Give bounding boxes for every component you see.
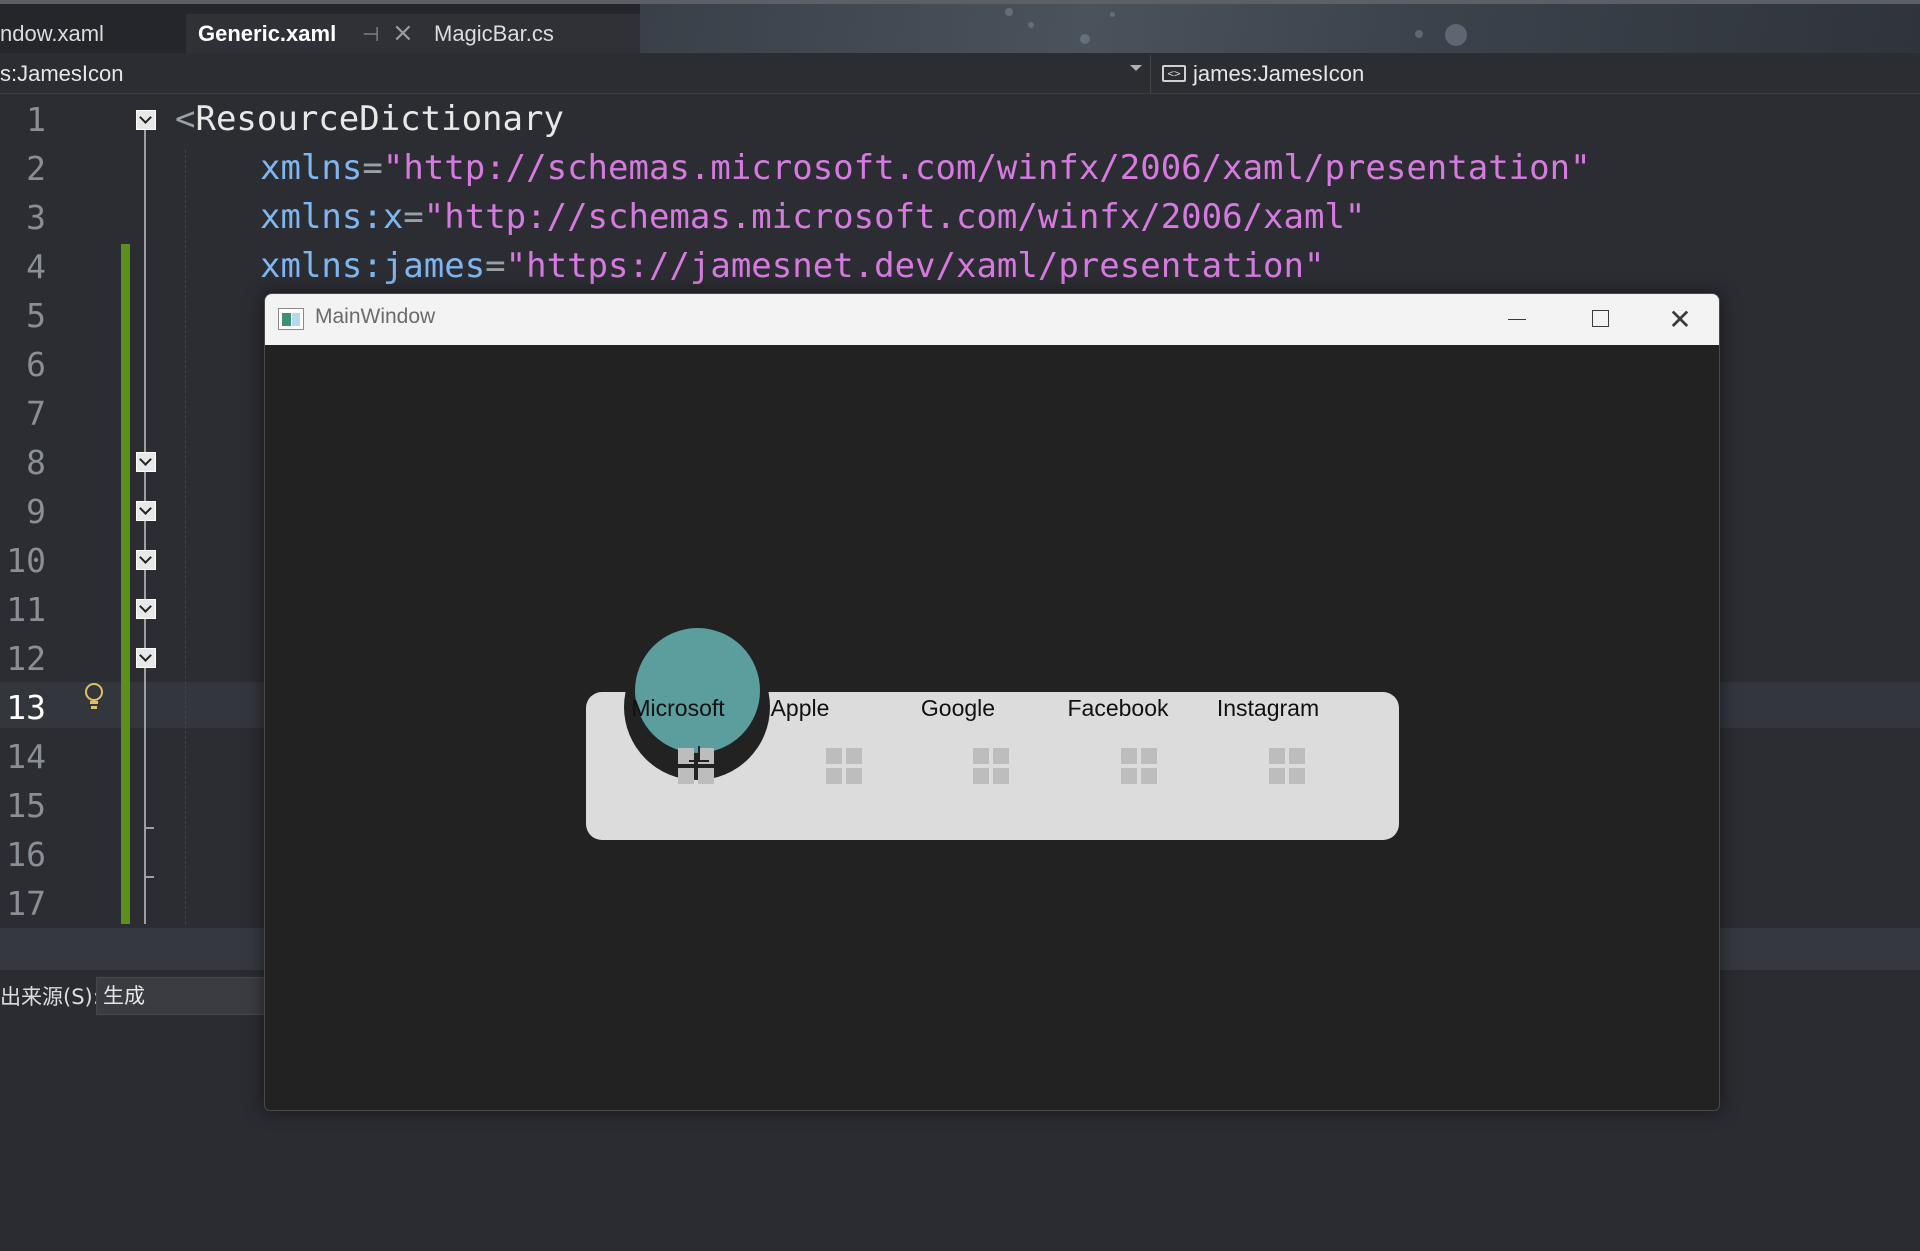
line-number: 12 [6,639,46,678]
code-line-3: xmlns:x="http://schemas.microsoft.com/wi… [260,197,1366,237]
app-window-icon [278,308,304,330]
output-source-select[interactable]: 生成 [96,977,266,1015]
tab-strip-top-border [0,0,1920,4]
maximize-button[interactable] [1557,294,1641,345]
member-dropdown[interactable]: james:JamesIcon [1193,60,1364,88]
line-number: 4 [26,247,46,286]
fold-end-tick [146,827,154,829]
window-close-button[interactable]: ✕ [1641,294,1719,345]
window-title: MainWindow [315,305,436,328]
change-tracking-bar [121,244,130,924]
navbar-divider [1150,55,1151,93]
close-icon[interactable]: × [392,18,414,48]
lightbulb-icon[interactable] [83,682,105,712]
navigation-bar [0,53,1920,94]
line-number: 15 [6,786,46,825]
magic-bar-item-google[interactable]: Google [888,692,1028,724]
chevron-down-icon[interactable] [1130,65,1142,71]
line-number: 10 [6,541,46,580]
collapse-toggle[interactable] [136,648,156,668]
magic-bar-item-apple[interactable]: Apple [730,692,870,724]
selection-indicator [635,628,760,753]
line-number: 17 [6,884,46,923]
line-number: 16 [6,835,46,874]
window-title-bar[interactable]: MainWindow ✕ [265,294,1719,345]
member-icon: <> [1162,65,1186,82]
tab-generic-xaml-label: Generic.xaml [198,21,337,46]
pin-icon[interactable]: ⊣ [362,22,379,46]
minimize-button[interactable] [1473,294,1557,345]
line-number: 7 [26,394,46,433]
line-number: 14 [6,737,46,776]
windows-logo-icon[interactable] [826,748,862,784]
line-number: 6 [26,345,46,384]
windows-logo-icon[interactable] [1269,748,1305,784]
tab-mainwindow-xaml[interactable]: ndow.xaml [0,14,104,53]
tab-bar-background-art [640,0,1920,53]
windows-logo-icon[interactable] [1121,748,1157,784]
collapse-toggle[interactable] [136,501,156,521]
line-number: 5 [26,296,46,335]
line-number-current: 13 [6,688,46,727]
fold-end-tick [146,876,154,878]
magic-bar-item-instagram[interactable]: Instagram [1198,692,1338,724]
line-number: 11 [6,590,46,629]
code-line-1: <ResourceDictionary [175,99,564,139]
collapse-toggle[interactable] [136,550,156,570]
magic-bar-item-facebook[interactable]: Facebook [1048,692,1188,724]
line-number: 3 [26,198,46,237]
line-number: 2 [26,149,46,188]
tab-magicbar-cs[interactable]: MagicBar.cs [434,14,554,53]
collapse-toggle[interactable] [136,110,156,130]
code-line-4: xmlns:james="https://jamesnet.dev/xaml/p… [260,246,1325,286]
code-line-2: xmlns="http://schemas.microsoft.com/winf… [260,148,1591,188]
output-source-label: 出来源(S): [0,985,100,1009]
collapse-toggle[interactable] [136,599,156,619]
main-window: MainWindow ✕ Microsoft Apple Google Face… [264,293,1720,1111]
line-number: 1 [26,100,46,139]
collapse-toggle[interactable] [136,452,156,472]
indent-guide [185,150,186,924]
windows-logo-icon[interactable] [973,748,1009,784]
text-cursor-icon [689,746,709,766]
line-number: 8 [26,443,46,482]
magic-bar-item-microsoft[interactable]: Microsoft [608,692,748,724]
line-number: 9 [26,492,46,531]
scope-dropdown[interactable]: s:JamesIcon [0,60,124,88]
